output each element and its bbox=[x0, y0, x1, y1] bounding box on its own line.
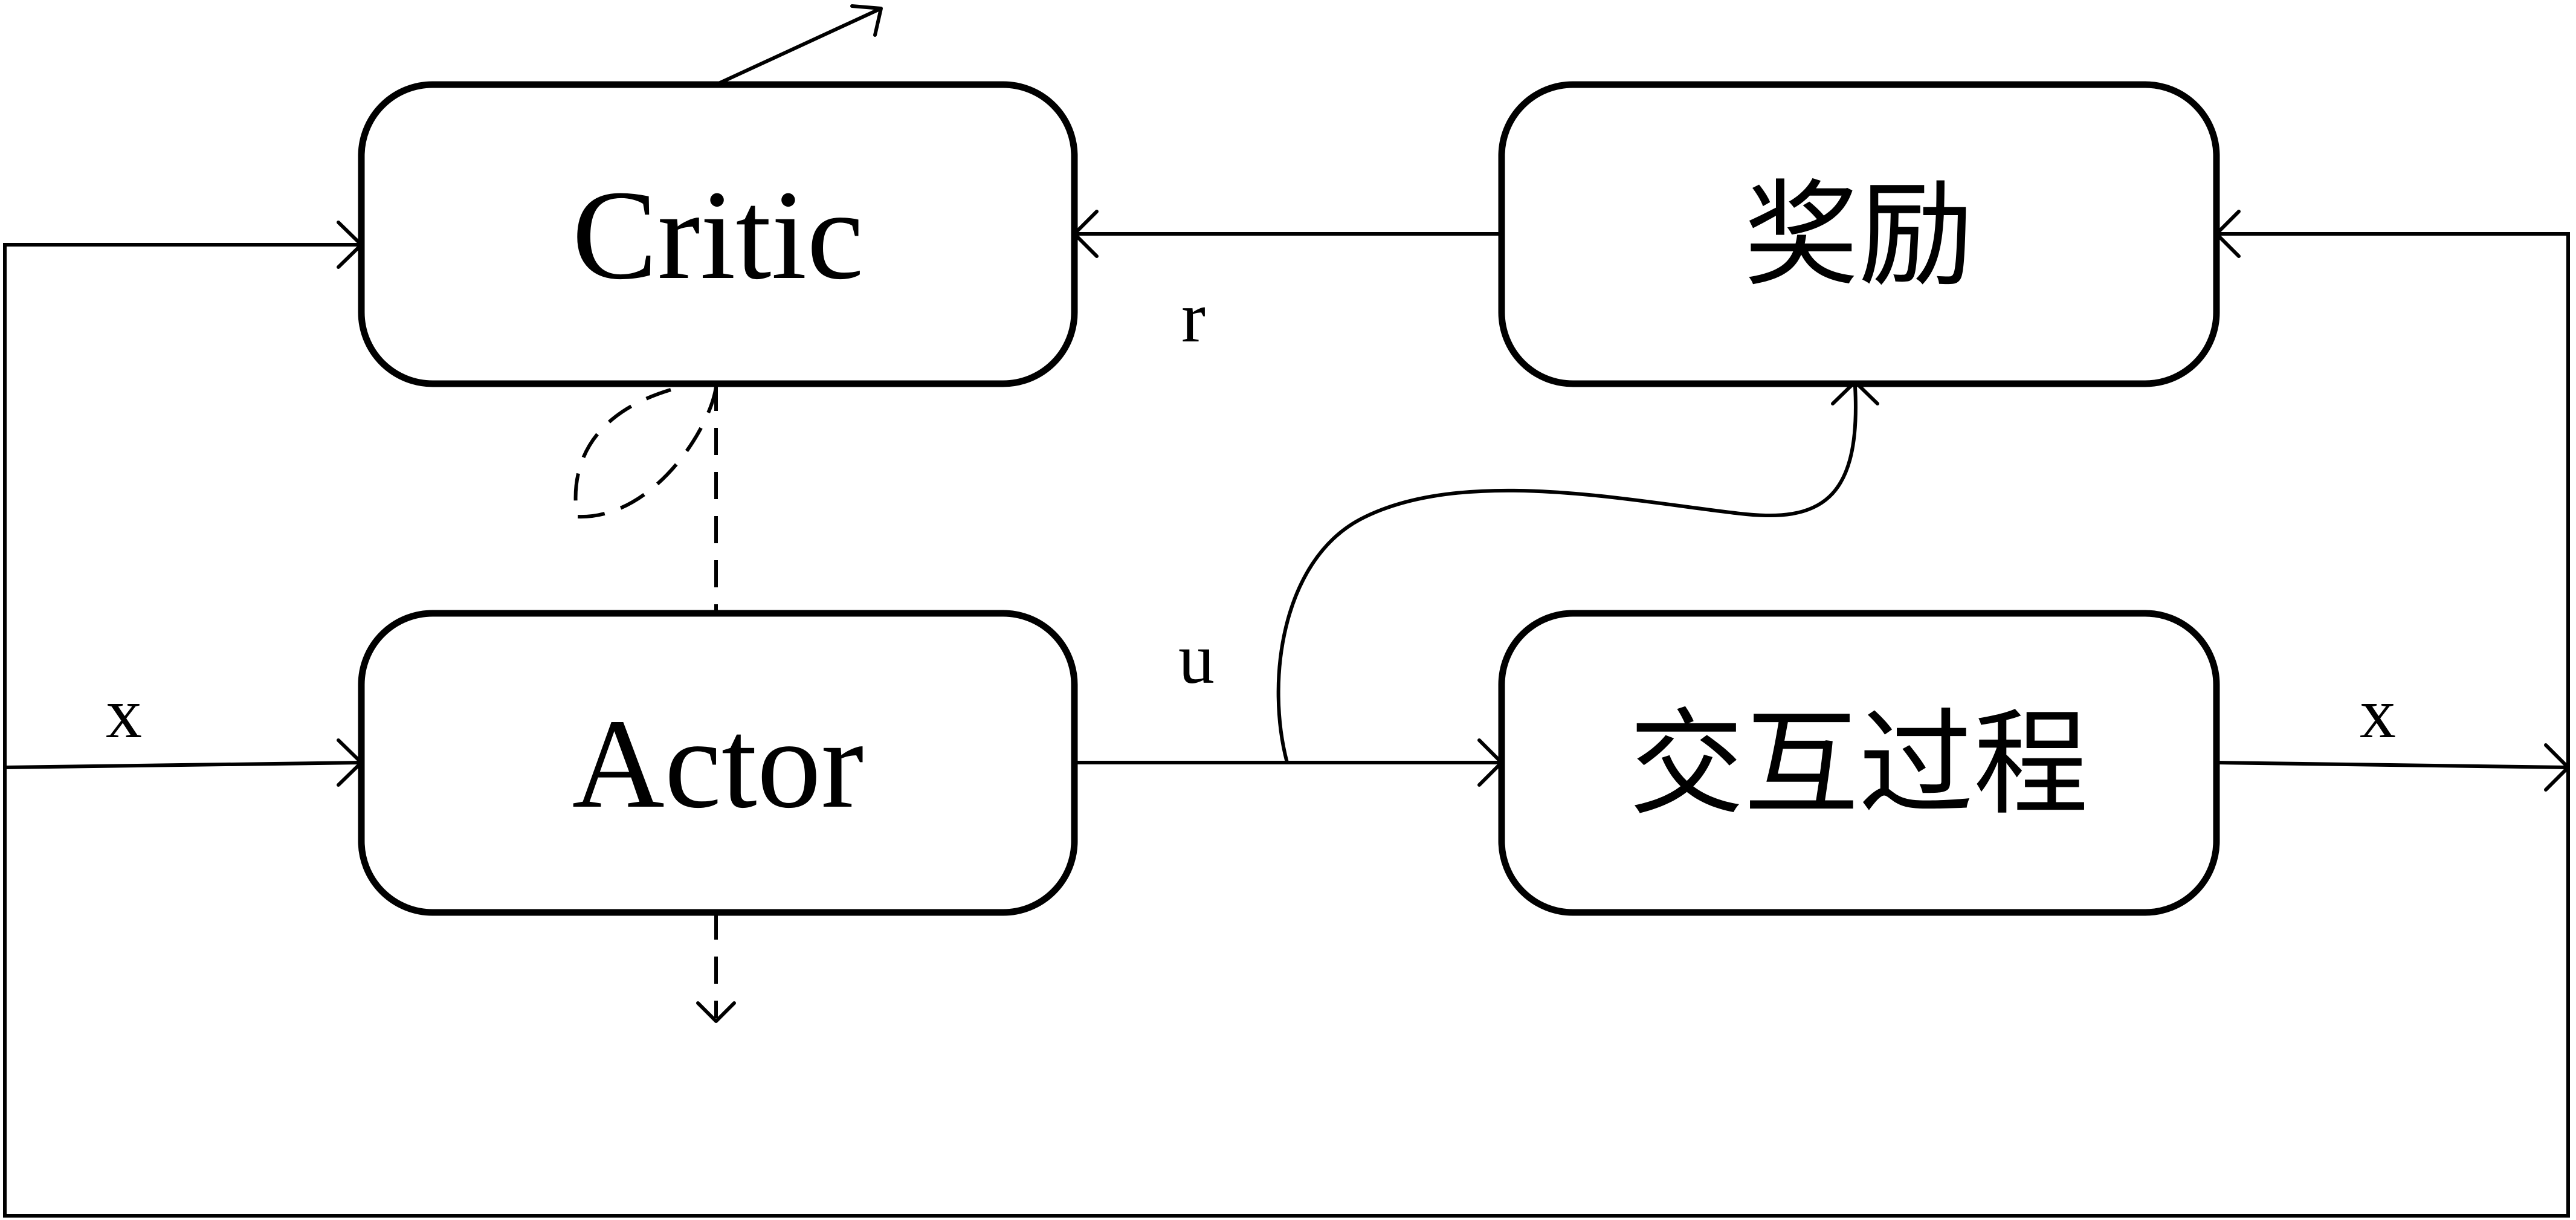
reward-label: 奖励 bbox=[1744, 169, 1974, 302]
critic-tuning-line bbox=[715, 7, 882, 86]
critic-actor-dashed-loop bbox=[573, 386, 718, 519]
state-input-line bbox=[4, 761, 362, 769]
reward-block: 奖励 bbox=[1498, 81, 2220, 387]
signal-label-x-output: x bbox=[2360, 673, 2396, 753]
signal-label-x-input: x bbox=[106, 673, 142, 753]
critic-block: Critic bbox=[358, 81, 1078, 387]
interaction-process-block: 交互过程 bbox=[1498, 610, 2220, 916]
signal-label-u: u bbox=[1178, 618, 1215, 699]
critic-label: Critic bbox=[572, 164, 864, 306]
actor-label: Actor bbox=[572, 692, 864, 834]
state-output-line bbox=[2216, 761, 2569, 769]
signal-label-r: r bbox=[1181, 277, 1206, 357]
actor-block: Actor bbox=[358, 610, 1078, 916]
actor-critic-diagram: Critic 奖励 Actor 交互过程 r u x x bbox=[3, 4, 2570, 1218]
interaction-process-label: 交互过程 bbox=[1629, 697, 2088, 831]
